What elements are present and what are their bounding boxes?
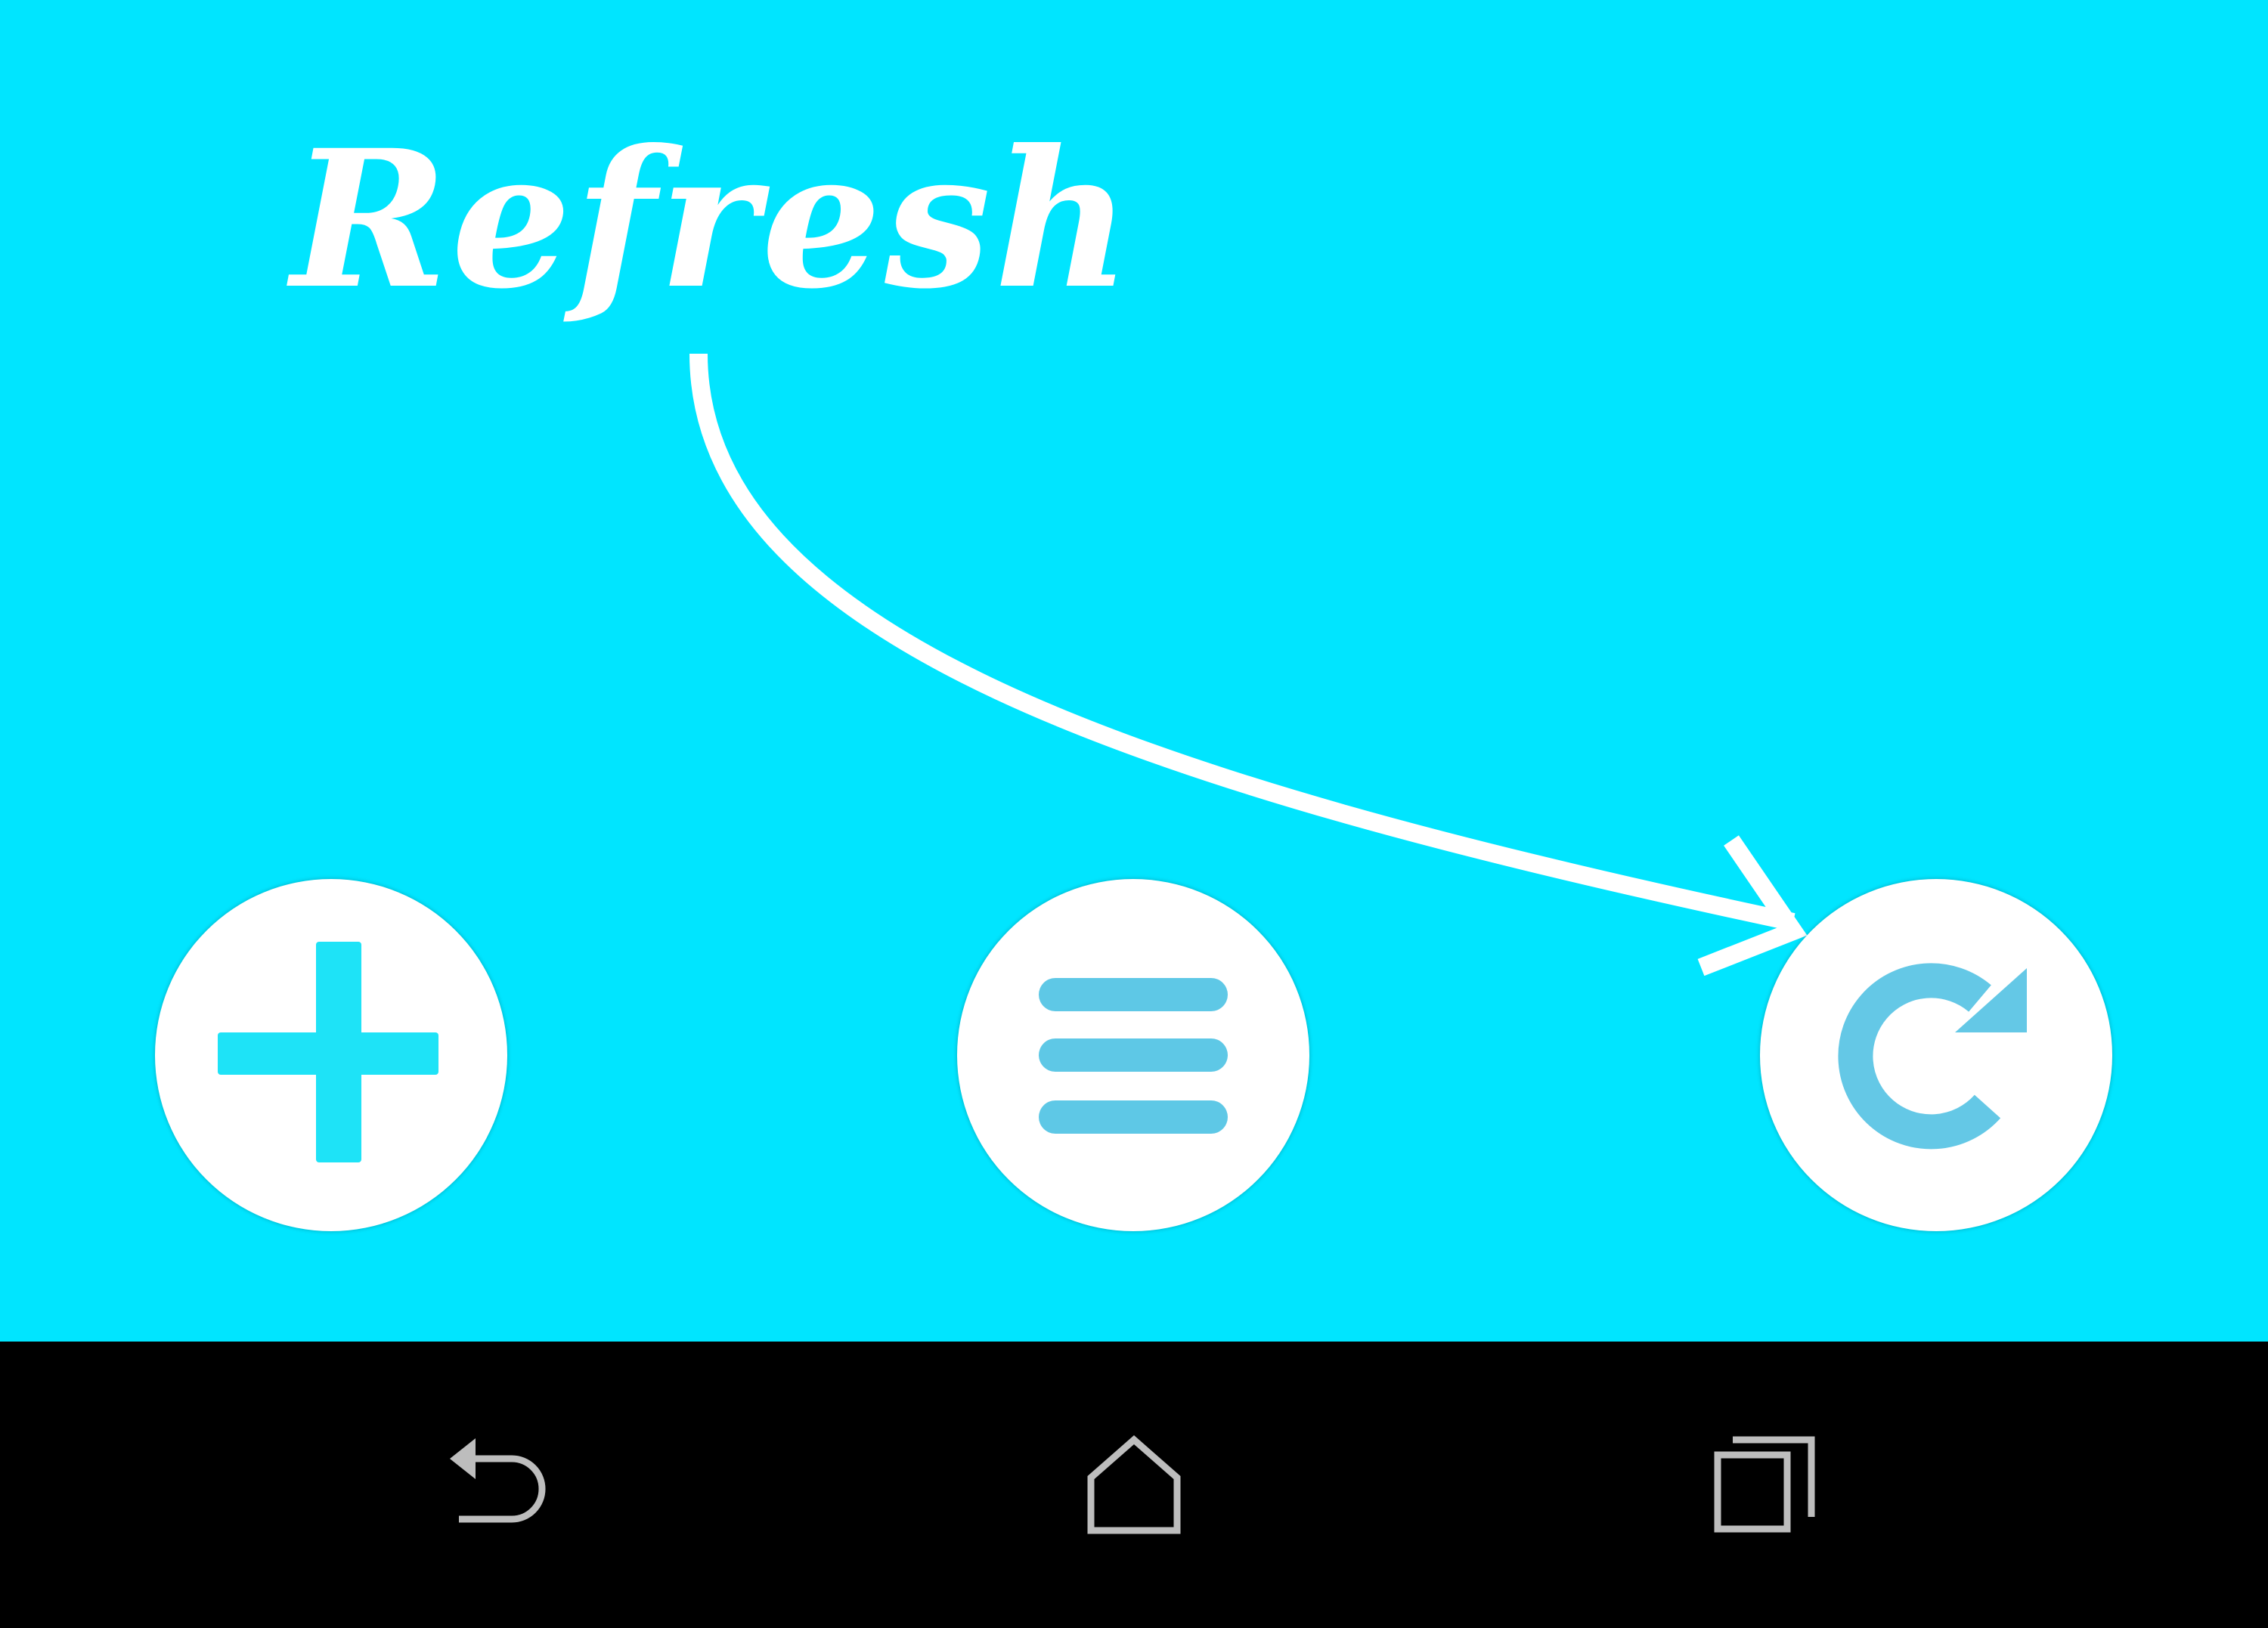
home-icon <box>1087 1435 1181 1534</box>
add-button[interactable] <box>155 879 507 1231</box>
plus-icon <box>218 942 438 1162</box>
app-screen: Refresh <box>0 0 2268 1342</box>
menu-button[interactable] <box>957 879 1309 1231</box>
back-icon <box>450 1438 546 1522</box>
recents-button[interactable] <box>1651 1342 1878 1628</box>
refresh-icon <box>1838 963 2027 1150</box>
hamburger-menu-icon <box>1039 978 1228 1134</box>
recent-apps-icon <box>1714 1436 1815 1533</box>
home-button[interactable] <box>1021 1342 1247 1628</box>
back-button[interactable] <box>387 1342 614 1628</box>
system-navigation-bar <box>0 1342 2268 1628</box>
refresh-button[interactable] <box>1760 879 2112 1231</box>
